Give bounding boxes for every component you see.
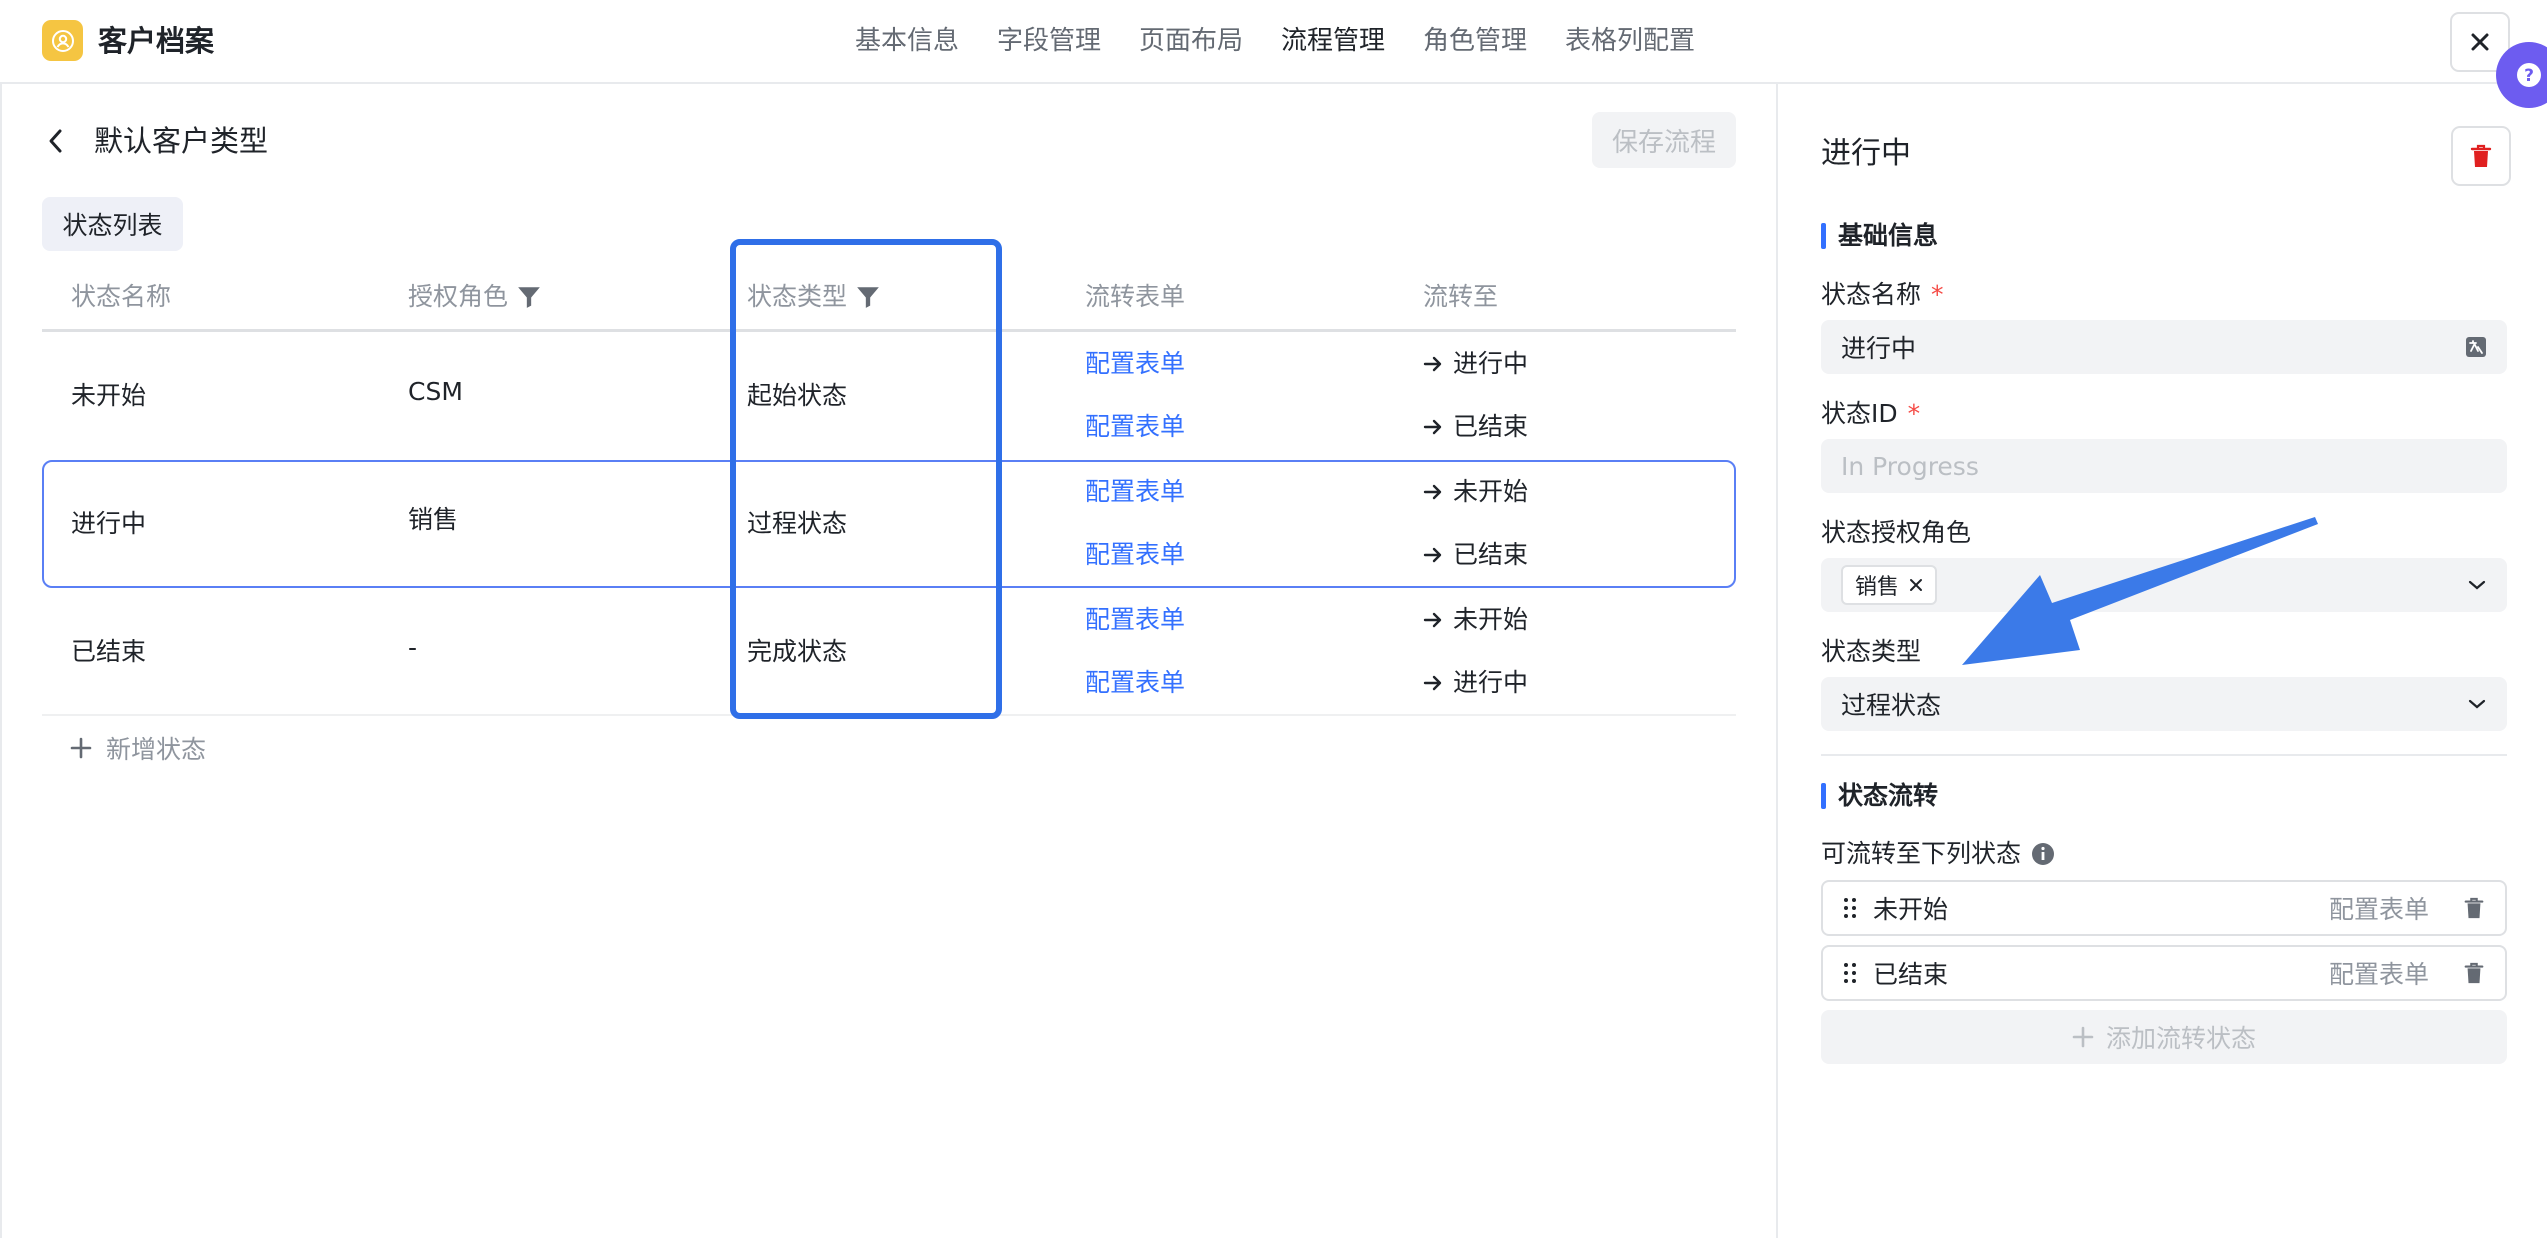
config-form-link[interactable]: 配置表单 [2329,890,2429,926]
section-basic-info: 基础信息 [1821,218,1938,254]
state-type-label: 状态类型 [1821,637,1922,666]
arrow-right-icon [1423,675,1442,691]
transition-target: 已结束 [1423,409,1528,445]
arrow-right-icon [1423,547,1442,563]
help-button[interactable]: ? [2496,42,2547,108]
drag-handle-icon[interactable] [1843,962,1857,984]
flow-item[interactable]: 已结束 配置表单 [1821,945,2507,1001]
cell-state-name[interactable]: 进行中 [71,506,146,542]
tab-process-management[interactable]: 流程管理 [1281,23,1385,59]
transition-target: 进行中 [1423,665,1528,701]
chevron-down-icon [2468,699,2486,709]
trash-icon[interactable] [2463,896,2485,920]
page-title: 默认客户类型 [94,124,269,158]
cell-role: CSM [408,377,463,406]
config-form-link[interactable]: 配置表单 [2329,955,2429,991]
trash-icon [2470,144,2492,167]
plus-icon [2072,1026,2094,1048]
annotation-highlight-box [730,239,1002,719]
tab-page-layout[interactable]: 页面布局 [1139,23,1243,59]
trash-icon[interactable] [2463,961,2485,985]
annotation-arrow-icon [1962,517,2318,665]
cell-state-name[interactable]: 未开始 [71,378,146,414]
arrow-right-icon [1423,419,1442,435]
tab-basic-info[interactable]: 基本信息 [855,23,959,59]
plus-icon [70,737,92,759]
state-name-label: 状态名称 * [1821,280,1944,309]
state-id-input[interactable]: In Progress [1821,439,2507,493]
close-icon [2471,33,2489,51]
tab-role-management[interactable]: 角色管理 [1423,23,1527,59]
filter-icon[interactable] [516,284,542,310]
state-id-label: 状态ID * [1821,399,1921,428]
app-title: 客户档案 [98,24,215,58]
config-form-link[interactable]: 配置表单 [1085,409,1185,445]
column-header-state-name: 状态名称 [71,282,172,311]
column-header-goto: 流转至 [1423,282,1499,311]
state-list-segment[interactable]: 状态列表 [42,197,183,251]
save-process-button[interactable]: 保存流程 [1592,112,1736,168]
add-flow-state-button[interactable]: 添加流转状态 [1821,1010,2507,1064]
arrow-right-icon [1423,484,1442,500]
translate-icon[interactable] [2465,336,2487,358]
add-state-button[interactable]: 新增状态 [70,730,206,766]
config-form-link[interactable]: 配置表单 [1085,346,1185,382]
cell-state-name[interactable]: 已结束 [71,634,146,670]
state-type-select[interactable]: 过程状态 [1821,677,2507,731]
transition-target: 进行中 [1423,346,1528,382]
flow-targets-label: 可流转至下列状态 [1821,836,2055,872]
tab-table-column-config[interactable]: 表格列配置 [1565,23,1695,59]
top-bar [0,0,2547,84]
transition-target: 未开始 [1423,474,1528,510]
left-border [0,84,2,1238]
question-icon: ? [2517,63,2541,87]
column-header-role: 授权角色 [408,279,542,315]
transition-target: 未开始 [1423,602,1528,638]
section-divider [1821,754,2507,756]
svg-text:?: ? [2524,66,2534,86]
config-form-link[interactable]: 配置表单 [1085,602,1185,638]
cell-role: - [408,633,418,662]
section-state-flow: 状态流转 [1821,778,1938,814]
tab-field-management[interactable]: 字段管理 [997,23,1101,59]
state-name-input[interactable]: 进行中 [1821,320,2507,374]
arrow-right-icon [1423,612,1442,628]
panel-title: 进行中 [1821,136,1911,171]
delete-state-button[interactable] [2451,126,2511,186]
cell-role: 销售 [408,505,459,534]
config-form-link[interactable]: 配置表单 [1085,665,1185,701]
app-logo-icon [42,20,83,61]
back-chevron-icon[interactable] [46,127,66,155]
panel-divider [1776,84,1778,1238]
remove-tag-icon[interactable] [1909,578,1923,592]
info-icon[interactable] [2031,842,2055,866]
transition-target: 已结束 [1423,537,1528,573]
config-form-link[interactable]: 配置表单 [1085,474,1185,510]
role-tag: 销售 [1841,565,1938,605]
drag-handle-icon[interactable] [1843,897,1857,919]
chevron-down-icon [2468,580,2486,590]
column-header-form: 流转表单 [1085,282,1186,311]
flow-item[interactable]: 未开始 配置表单 [1821,880,2507,936]
arrow-right-icon [1423,356,1442,372]
config-form-link[interactable]: 配置表单 [1085,537,1185,573]
